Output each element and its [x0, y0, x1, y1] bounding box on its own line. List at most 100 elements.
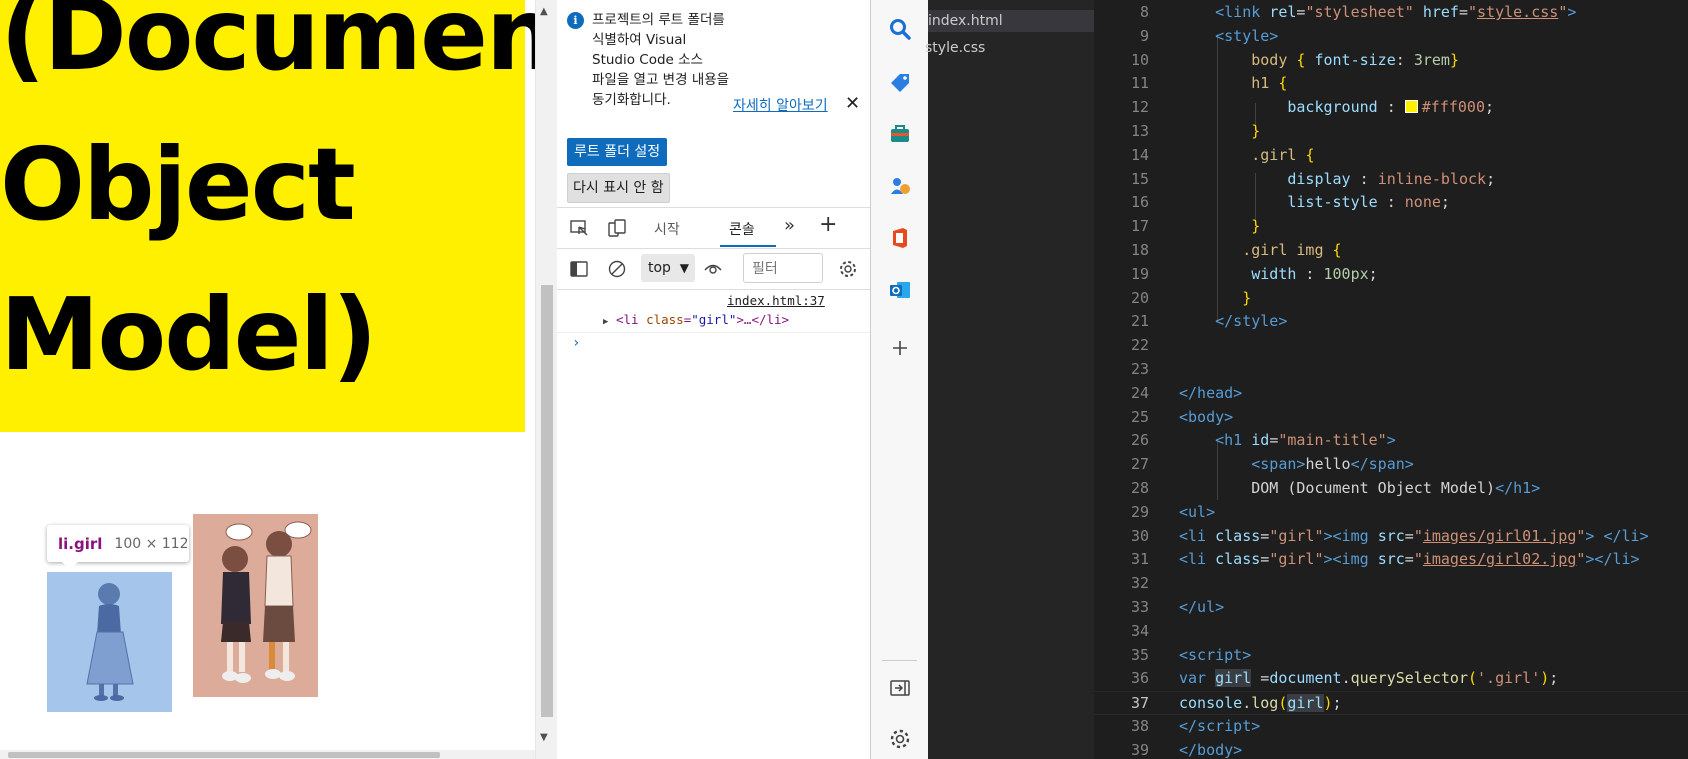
code-line[interactable]: 28 DOM (Document Object Model)</h1> — [1094, 477, 1688, 501]
code-editor[interactable]: 8 <link rel="stylesheet" href="style.css… — [1094, 0, 1688, 759]
log-entry[interactable]: ▶ <li class="girl">…</li> — [603, 312, 789, 327]
code-text[interactable]: </body> — [1179, 739, 1242, 759]
device-emulation-icon[interactable] — [607, 218, 627, 238]
code-line[interactable]: 39 </body> — [1094, 739, 1688, 759]
code-line[interactable]: 33 </ul> — [1094, 596, 1688, 620]
code-text[interactable]: <style> — [1179, 25, 1278, 49]
code-line[interactable]: 36 var girl =document.querySelector('.gir… — [1094, 667, 1688, 691]
tools-briefcase-icon[interactable] — [888, 122, 912, 146]
tab-welcome[interactable]: 시작 — [654, 219, 680, 239]
console-settings-gear-icon[interactable] — [838, 259, 858, 279]
code-text[interactable]: <span>hello</span> — [1179, 453, 1414, 477]
code-text[interactable]: var girl =document.querySelector('.girl'… — [1179, 667, 1558, 691]
code-line[interactable]: 29 <ul> — [1094, 501, 1688, 525]
log-source-link[interactable]: index.html:37 — [727, 293, 825, 308]
code-line[interactable]: 20 } — [1094, 287, 1688, 311]
code-line[interactable]: 25 <body> — [1094, 406, 1688, 430]
code-line[interactable]: 17 } — [1094, 215, 1688, 239]
console-prompt[interactable]: › — [572, 335, 580, 351]
vertical-scrollbar[interactable]: ▲ ▼ — [535, 0, 558, 759]
code-text[interactable]: <link rel="stylesheet" href="style.css"> — [1179, 1, 1576, 25]
code-line[interactable]: 21 </style> — [1094, 310, 1688, 334]
explorer-file-index-html[interactable]: index.html — [928, 10, 1094, 32]
code-text[interactable]: body { font-size: 3rem} — [1179, 49, 1459, 73]
context-selector[interactable]: top ▼ — [641, 254, 695, 282]
tab-console[interactable]: 콘솔 — [729, 219, 755, 239]
games-icon[interactable] — [888, 174, 912, 198]
code-text[interactable]: <li class="girl"><img src="images/girl02… — [1179, 548, 1640, 572]
code-line[interactable]: 10 body { font-size: 3rem} — [1094, 49, 1688, 73]
code-line[interactable]: 12 background : #fff000; — [1094, 96, 1688, 120]
console-filter-input[interactable]: 필터 — [743, 253, 823, 283]
code-line[interactable]: 14 .girl { — [1094, 144, 1688, 168]
search-icon[interactable] — [888, 17, 912, 41]
clear-console-icon[interactable] — [607, 259, 627, 279]
code-text[interactable]: } — [1179, 215, 1260, 239]
infobar-message: 프로젝트의 루트 폴더를 식별하여 Visual Studio Code 소스 … — [592, 12, 730, 108]
code-line[interactable]: 8 <link rel="stylesheet" href="style.css… — [1094, 1, 1688, 25]
code-text[interactable]: h1 { — [1179, 72, 1287, 96]
code-text[interactable]: <script> — [1179, 644, 1251, 668]
code-text[interactable]: <ul> — [1179, 501, 1215, 525]
code-line[interactable]: 18 .girl img { — [1094, 239, 1688, 263]
code-line[interactable]: 37 console.log(girl); — [1094, 691, 1688, 715]
code-line[interactable]: 31 <li class="girl"><img src="images/girl… — [1094, 548, 1688, 572]
set-root-folder-button[interactable]: 루트 폴더 설정 — [567, 138, 668, 166]
dont-show-again-button[interactable]: 다시 표시 안 함 — [567, 173, 670, 203]
code-line[interactable]: 26 <h1 id="main-title"> — [1094, 429, 1688, 453]
scroll-up-arrow-icon[interactable]: ▲ — [540, 6, 548, 17]
code-text[interactable]: </script> — [1179, 715, 1260, 739]
horizontal-scrollbar-thumb[interactable] — [8, 752, 440, 758]
code-line[interactable]: 23 — [1094, 358, 1688, 382]
scroll-down-arrow-icon[interactable]: ▼ — [540, 732, 548, 743]
code-line[interactable]: 9 <style> — [1094, 25, 1688, 49]
horizontal-scrollbar[interactable] — [0, 750, 535, 759]
code-line[interactable]: 15 display : inline-block; — [1094, 168, 1688, 192]
code-text[interactable]: list-style : none; — [1179, 191, 1450, 215]
code-text[interactable]: console.log(girl); — [1179, 692, 1342, 716]
more-tabs-chevron-icon[interactable]: » — [784, 215, 795, 236]
code-text[interactable]: DOM (Document Object Model)</h1> — [1179, 477, 1540, 501]
close-icon[interactable]: ✕ — [845, 93, 860, 114]
code-line[interactable]: 11 h1 { — [1094, 72, 1688, 96]
code-text[interactable]: width : 100px; — [1179, 263, 1377, 287]
vertical-scrollbar-thumb[interactable] — [541, 285, 553, 717]
outlook-icon[interactable] — [888, 278, 912, 302]
learn-more-link[interactable]: 자세히 알아보기 — [733, 95, 828, 115]
shopping-tag-icon[interactable] — [888, 70, 912, 94]
expand-triangle-icon[interactable]: ▶ — [603, 317, 608, 327]
code-text[interactable]: <h1 id="main-title"> — [1179, 429, 1396, 453]
code-text[interactable]: display : inline-block; — [1179, 168, 1495, 192]
office-icon[interactable] — [888, 226, 912, 250]
add-plus-icon[interactable] — [888, 336, 912, 360]
code-line[interactable]: 32 — [1094, 572, 1688, 596]
code-text[interactable]: </ul> — [1179, 596, 1224, 620]
code-line[interactable]: 19 width : 100px; — [1094, 263, 1688, 287]
code-text[interactable]: </head> — [1179, 382, 1242, 406]
code-line[interactable]: 13 } — [1094, 120, 1688, 144]
code-line[interactable]: 35 <script> — [1094, 644, 1688, 668]
code-line[interactable]: 30 <li class="girl"><img src="images/girl… — [1094, 525, 1688, 549]
sidebar-settings-gear-icon[interactable] — [888, 727, 912, 751]
console-sidebar-icon[interactable] — [569, 259, 589, 279]
explorer-file-style-css[interactable]: style.css — [925, 37, 1091, 59]
code-line[interactable]: 16 list-style : none; — [1094, 191, 1688, 215]
code-text[interactable]: </style> — [1179, 310, 1287, 334]
code-text[interactable]: } — [1179, 287, 1251, 311]
hide-sidebar-icon[interactable] — [888, 676, 912, 700]
live-expression-eye-icon[interactable] — [703, 259, 723, 279]
code-text[interactable]: <body> — [1179, 406, 1233, 430]
code-line[interactable]: 22 — [1094, 334, 1688, 358]
code-text[interactable]: background : #fff000; — [1179, 96, 1494, 120]
add-tab-plus-icon[interactable]: + — [819, 212, 837, 237]
code-line[interactable]: 24 </head> — [1094, 382, 1688, 406]
inspect-element-icon[interactable] — [569, 218, 589, 238]
code-line[interactable]: 27 <span>hello</span> — [1094, 453, 1688, 477]
code-text[interactable]: .girl img { — [1179, 239, 1341, 263]
code-text[interactable]: } — [1179, 120, 1260, 144]
code-line[interactable]: 38 </script> — [1094, 715, 1688, 739]
line-number: 26 — [1130, 431, 1149, 450]
code-line[interactable]: 34 — [1094, 620, 1688, 644]
code-text[interactable]: .girl { — [1179, 144, 1314, 168]
code-text[interactable]: <li class="girl"><img src="images/girl01… — [1179, 525, 1649, 549]
